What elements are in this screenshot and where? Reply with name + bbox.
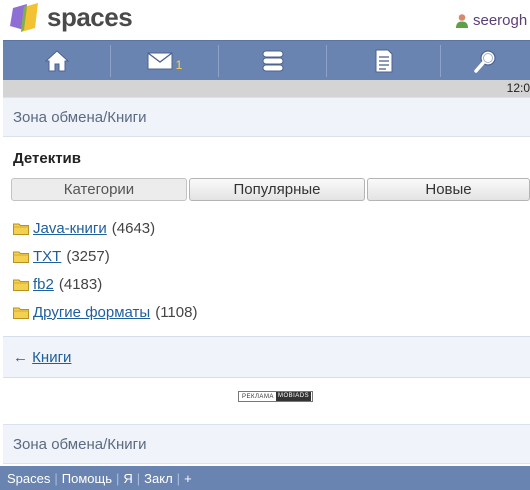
folder-item: fb2 (4183) (13, 274, 102, 294)
logo[interactable]: spaces (10, 2, 133, 32)
breadcrumb-top: Зона обмена/Книги (3, 97, 530, 137)
section-title: Детектив (13, 150, 81, 167)
chat-icon (262, 50, 283, 72)
tab-new[interactable]: Новые (367, 178, 530, 201)
footer-link-spaces[interactable]: Spaces (7, 471, 50, 486)
clock-time: 12:0 (506, 81, 530, 95)
user-link[interactable]: seerogh (455, 12, 527, 29)
folder-item: TXT (3257) (13, 246, 110, 266)
user-icon (456, 14, 468, 28)
footer-separator: | (176, 470, 181, 486)
folder-link[interactable]: Java-книги (33, 220, 107, 237)
footer-separator: | (136, 470, 141, 486)
nav-mail-button[interactable]: 1 (111, 41, 218, 81)
ad-area: РЕКЛАМА MOBIADS (3, 379, 530, 424)
footer-link-help[interactable]: Помощь (62, 471, 112, 486)
spaces-logo-icon (10, 3, 38, 32)
footer-link-add[interactable]: + (184, 471, 192, 486)
folder-icon (13, 307, 29, 319)
tab-popular[interactable]: Популярные (189, 178, 365, 201)
header: spaces seerogh (0, 0, 530, 39)
folder-link[interactable]: Другие форматы (33, 304, 150, 321)
footer-separator: | (115, 470, 120, 486)
status-bar: 12:0 (3, 80, 530, 97)
ad-badge[interactable]: РЕКЛАМА MOBIADS (238, 391, 314, 402)
logo-text: spaces (47, 2, 133, 32)
back-section: ← Книги (3, 336, 530, 378)
journal-icon (375, 49, 392, 73)
nav-chat-button[interactable] (219, 41, 326, 81)
tab-label: Новые (425, 181, 472, 198)
back-arrow-icon: ← (13, 349, 28, 366)
folder-link[interactable]: fb2 (33, 276, 54, 293)
back-link-label: Книги (32, 349, 72, 366)
folder-count: (4183) (58, 275, 103, 293)
home-icon (44, 50, 69, 72)
footer: Spaces | Помощь | Я | Закл | + (0, 466, 530, 490)
folder-count: (4643) (111, 219, 156, 237)
folder-icon (13, 279, 29, 291)
breadcrumb-text: Зона обмена/Книги (13, 436, 147, 453)
search-icon (473, 50, 496, 73)
tab-label: Популярные (233, 181, 321, 198)
tab-label: Категории (63, 181, 135, 198)
user-name: seerogh (473, 12, 528, 29)
nav-journal-button[interactable] (327, 41, 440, 81)
main-nav: 1 (3, 40, 530, 80)
back-link[interactable]: ← Книги (13, 349, 71, 366)
folder-count: (1108) (155, 303, 198, 321)
footer-separator: | (54, 470, 58, 486)
ad-label: РЕКЛАМА (242, 393, 274, 400)
breadcrumb-text: Зона обмена/Книги (13, 109, 147, 126)
folder-icon (13, 251, 29, 263)
folder-link[interactable]: TXT (33, 248, 61, 265)
folder-item: Другие форматы (1108) (13, 302, 197, 322)
mail-count-badge: 1 (175, 58, 183, 72)
ad-brand: MOBIADS (275, 392, 312, 401)
footer-link-me[interactable]: Я (123, 471, 132, 486)
breadcrumb-bottom: Зона обмена/Книги (3, 424, 530, 464)
content-section: Детектив Категории Популярные Новые Java… (3, 138, 530, 336)
footer-link-bookmarks[interactable]: Закл (144, 471, 173, 486)
folder-item: Java-книги (4643) (13, 218, 155, 238)
folder-icon (13, 223, 29, 235)
nav-home-button[interactable] (3, 41, 110, 81)
tab-categories[interactable]: Категории (11, 178, 187, 201)
mail-icon (147, 52, 173, 70)
folder-count: (3257) (66, 247, 110, 265)
nav-search-button[interactable] (441, 41, 530, 81)
